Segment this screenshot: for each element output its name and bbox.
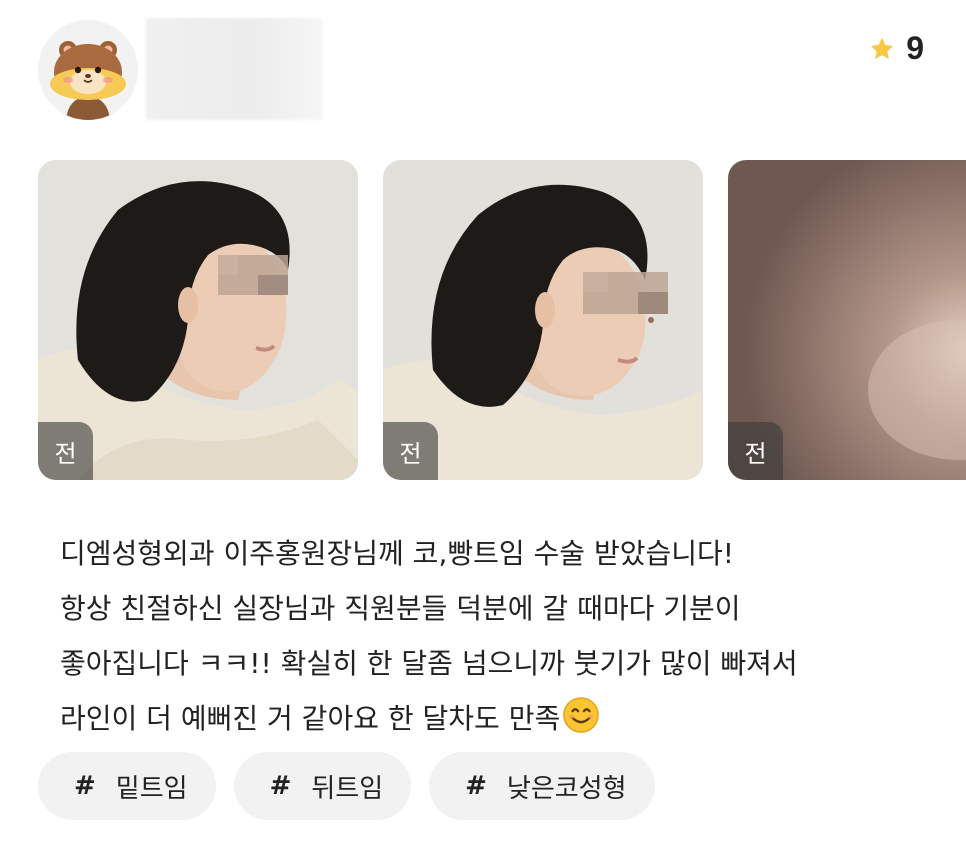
tag-chip[interactable]: # 낮은코성형 bbox=[429, 752, 655, 820]
hash-icon: # bbox=[74, 771, 96, 801]
star-icon bbox=[871, 37, 894, 59]
username-blurred bbox=[146, 18, 322, 120]
tag-chip[interactable]: # 밑트임 bbox=[38, 752, 216, 820]
review-line: 라인이 더 예뻐진 거 같아요 한 달차도 만족 bbox=[60, 691, 940, 746]
review-line: 항상 친절하신 실장님과 직원분들 덕분에 갈 때마다 기분이 bbox=[60, 592, 741, 625]
user-avatar[interactable] bbox=[38, 20, 138, 120]
review-photo[interactable]: 전 bbox=[383, 160, 703, 480]
hash-icon: # bbox=[465, 771, 487, 801]
tag-list: # 밑트임 # 뒤트임 # 낮은코성형 bbox=[38, 752, 655, 820]
photo-before-tag: 전 bbox=[38, 422, 93, 480]
review-photo[interactable]: 전 bbox=[728, 160, 966, 480]
photo-before-tag: 전 bbox=[728, 422, 783, 480]
tag-label: 밑트임 bbox=[115, 773, 188, 804]
review-photo[interactable]: 전 bbox=[38, 160, 358, 480]
review-text: 디엠성형외과 이주홍원장님께 코,빵트임 수술 받았습니다! 항상 친절하신 실장… bbox=[60, 526, 940, 746]
photo-before-tag: 전 bbox=[383, 422, 438, 480]
smiling-face-emoji bbox=[562, 696, 600, 734]
tag-label: 뒤트임 bbox=[311, 773, 384, 804]
rating-value: 9 bbox=[906, 30, 924, 66]
photo-carousel[interactable]: 전 전 전 bbox=[38, 160, 966, 480]
hamster-avatar-icon bbox=[38, 20, 138, 120]
review-line: 좋아집니다 ㅋㅋ!! 확실히 한 달좀 넘으니까 붓기가 많이 빠져서 bbox=[60, 647, 798, 680]
rating: 9 bbox=[868, 30, 924, 67]
review-line-text: 라인이 더 예뻐진 거 같아요 한 달차도 만족 bbox=[60, 702, 561, 735]
review-line: 디엠성형외과 이주홍원장님께 코,빵트임 수술 받았습니다! bbox=[60, 537, 734, 570]
tag-label: 낮은코성형 bbox=[506, 773, 627, 804]
hash-icon: # bbox=[269, 771, 292, 801]
tag-chip[interactable]: # 뒤트임 bbox=[233, 752, 412, 820]
